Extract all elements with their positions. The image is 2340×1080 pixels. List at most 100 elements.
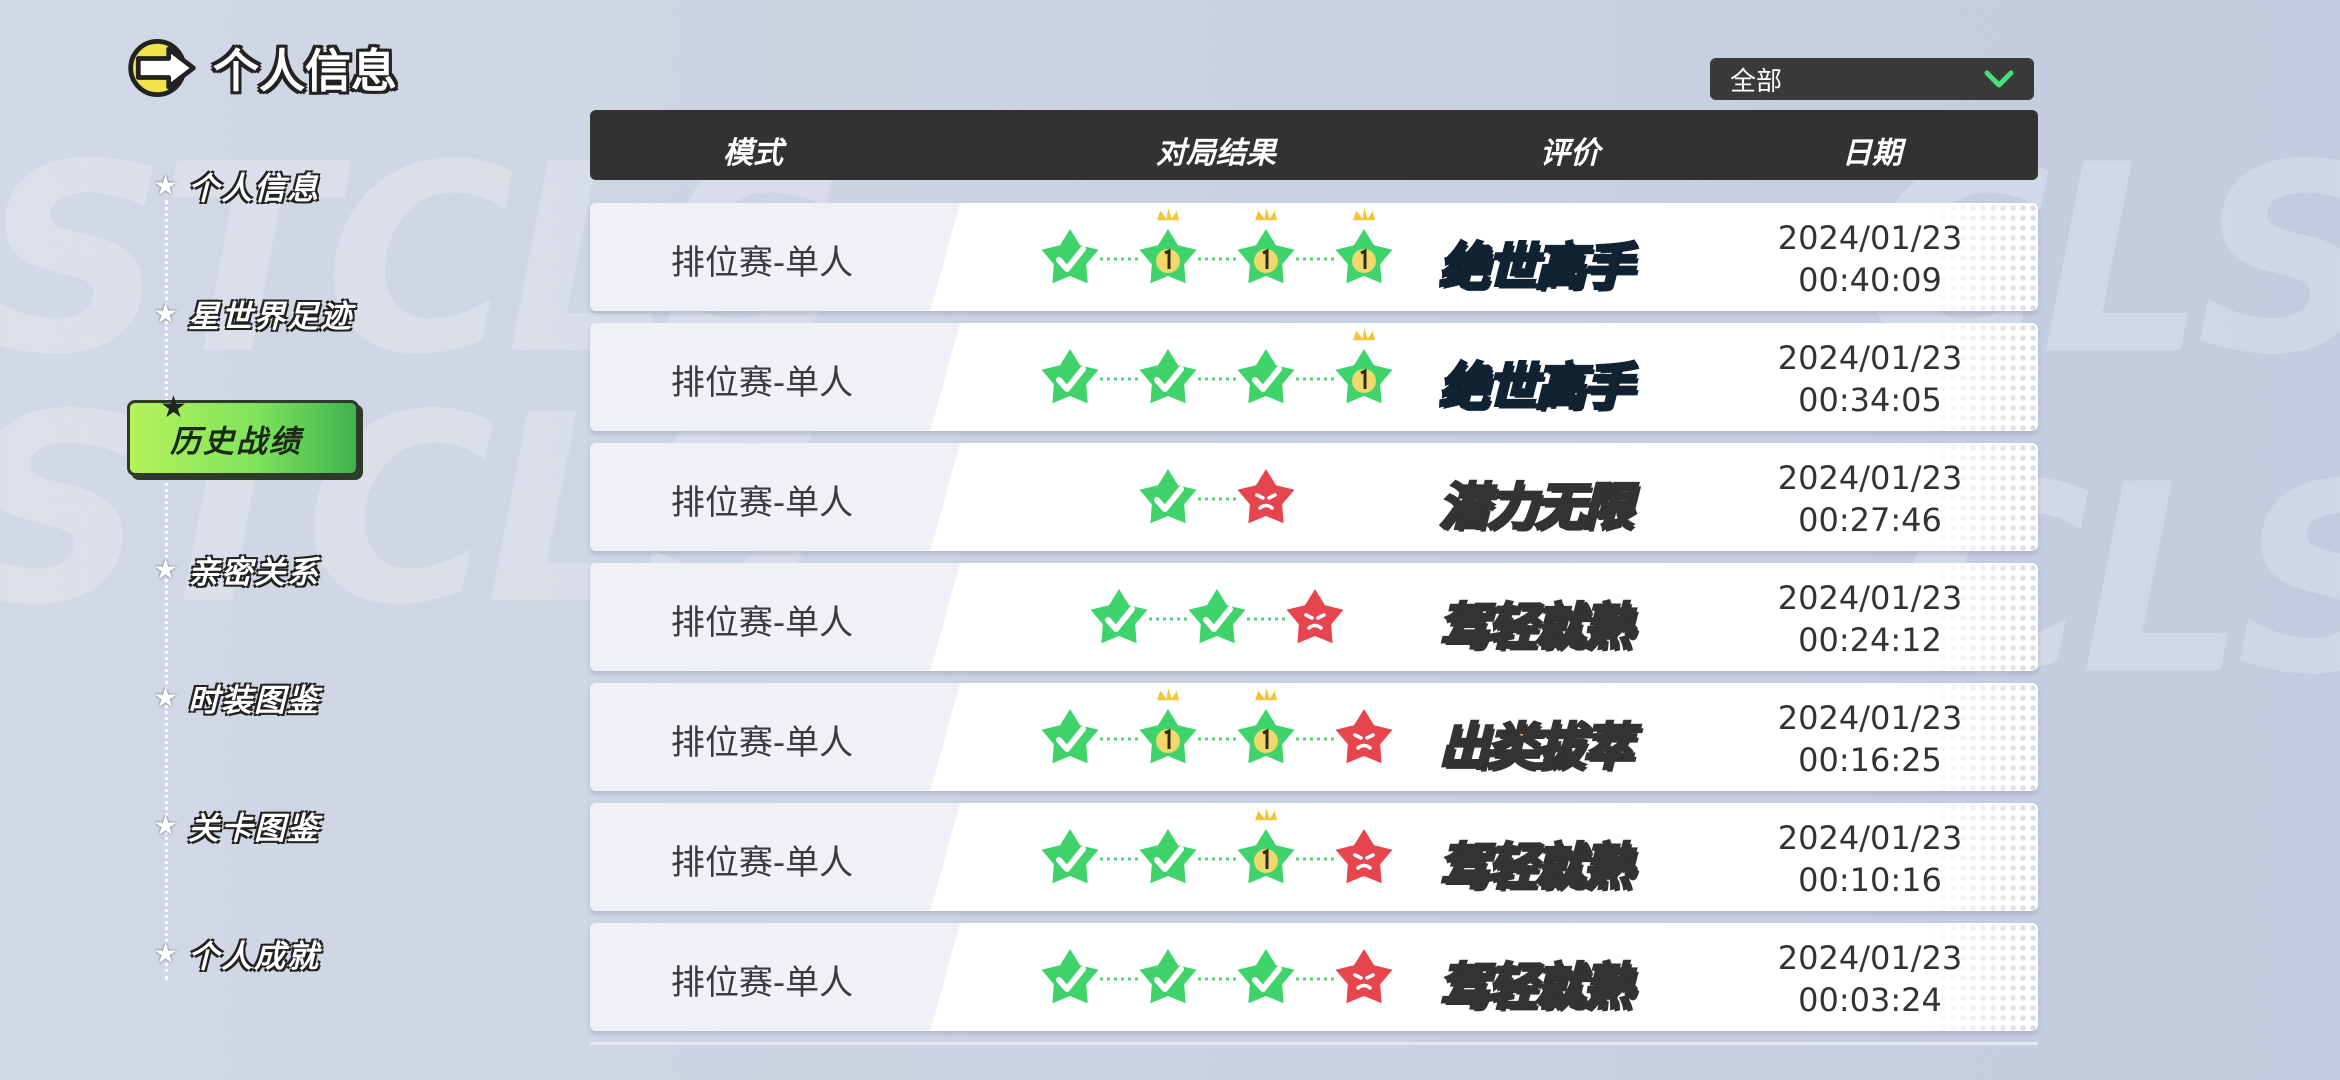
rating-badge: 驾轻就熟 [1438, 957, 1635, 1018]
column-header-rating: 评价 [1540, 136, 1600, 171]
table-row[interactable]: 排位赛-单人 驾轻就熟 2024/01/23 00:10:16 [590, 803, 2038, 911]
sidebar-item-label: 历史战绩 [170, 423, 302, 460]
qualified-star-icon [1082, 581, 1156, 651]
sidebar-item-achievements[interactable]: ★ 个人成就 [153, 931, 320, 976]
match-date: 2024/01/23 [1777, 339, 1963, 377]
star-icon: ★ [153, 168, 179, 202]
filter-selected-value: 全部 [1730, 66, 1783, 97]
rating-badge: 潜力无限 [1438, 477, 1635, 538]
table-row[interactable]: 排位赛-单人 驾轻就熟 2024/01/23 00:03:24 [590, 923, 2038, 1031]
rating-badge: 绝世高手 [1438, 237, 1635, 298]
divider [590, 1042, 2038, 1045]
qualified-star-icon [1033, 941, 1107, 1011]
qualified-star-icon [1033, 701, 1107, 771]
crown-icon [1154, 204, 1181, 222]
date-cell: 2024/01/23 00:24:12 [1750, 577, 1990, 661]
chevron-down-icon [1984, 70, 2014, 88]
sidebar-item-profile[interactable]: ★ 个人信息 [153, 163, 320, 208]
match-date: 2024/01/23 [1777, 699, 1963, 737]
match-time: 00:34:05 [1798, 381, 1942, 419]
match-date: 2024/01/23 [1777, 939, 1963, 977]
table-row[interactable]: 排位赛-单人 绝世高手 2024/01/23 00:34:05 [590, 323, 2038, 431]
eliminated-star-icon [1327, 701, 1401, 771]
match-date: 2024/01/23 [1777, 819, 1963, 857]
star-icon: ★ [160, 390, 187, 425]
date-cell: 2024/01/23 00:03:24 [1750, 937, 1990, 1021]
sidebar-item-fashion[interactable]: ★ 时装图鉴 [153, 675, 320, 720]
date-cell: 2024/01/23 00:16:25 [1750, 697, 1990, 781]
star-icon: ★ [153, 808, 179, 842]
column-header-mode: 模式 [723, 136, 783, 171]
table-row[interactable]: 排位赛-单人 出类拔萃 2024/01/23 00:16:25 [590, 683, 2038, 791]
sidebar-item-relations[interactable]: ★ 亲密关系 [153, 547, 320, 592]
filter-dropdown[interactable]: 全部 [1710, 58, 2034, 100]
column-header-date: 日期 [1842, 136, 1902, 171]
qualified-star-icon [1229, 941, 1303, 1011]
rating-badge: 驾轻就熟 [1438, 597, 1635, 658]
match-time: 00:10:16 [1798, 861, 1942, 899]
sidebar-item-label: 关卡图鉴 [188, 811, 321, 847]
match-time: 00:27:46 [1798, 501, 1942, 539]
column-header-result: 对局结果 [1156, 136, 1276, 171]
match-date: 2024/01/23 [1777, 459, 1963, 497]
match-date: 2024/01/23 [1777, 579, 1963, 617]
date-cell: 2024/01/23 00:34:05 [1750, 337, 1990, 421]
sidebar-item-label: 个人信息 [188, 171, 321, 207]
sidebar: ★ 个人信息 ★ 星世界足迹 ★ 历史战绩 ★ 亲密关系 ★ 时装图鉴 ★ 关卡… [125, 150, 425, 980]
rating-badge: 驾轻就熟 [1438, 837, 1635, 898]
sidebar-item-star-world[interactable]: ★ 星世界足迹 [153, 291, 353, 336]
sidebar-item-label: 亲密关系 [188, 555, 321, 591]
sidebar-item-label: 时装图鉴 [188, 683, 321, 719]
star-icon: ★ [153, 936, 179, 970]
eliminated-star-icon [1327, 941, 1401, 1011]
page-title: 个人信息 [213, 44, 397, 98]
rating-badge: 绝世高手 [1438, 357, 1635, 418]
qualified-star-icon [1180, 581, 1254, 651]
star-icon: ★ [153, 680, 179, 714]
first-place-star-icon [1327, 324, 1401, 411]
eliminated-star-icon [1229, 461, 1303, 531]
match-time: 00:24:12 [1798, 621, 1942, 659]
date-cell: 2024/01/23 00:27:46 [1750, 457, 1990, 541]
date-cell: 2024/01/23 00:10:16 [1750, 817, 1990, 901]
qualified-star-icon [1033, 341, 1107, 411]
first-place-star-icon [1229, 804, 1303, 891]
qualified-star-icon [1033, 821, 1107, 891]
crown-icon [1154, 684, 1181, 702]
first-place-star-icon [1229, 684, 1303, 771]
qualified-star-icon [1131, 341, 1205, 411]
crown-icon [1252, 684, 1279, 702]
table-row[interactable]: 排位赛-单人 驾轻就熟 2024/01/23 00:24:12 [590, 563, 2038, 671]
table-row[interactable]: 排位赛-单人 绝世高手 2024/01/23 00:40:09 [590, 203, 2038, 311]
crown-icon [1350, 324, 1377, 342]
match-time: 00:03:24 [1798, 981, 1942, 1019]
qualified-star-icon [1131, 821, 1205, 891]
crown-icon [1252, 804, 1279, 822]
table-header: 模式 对局结果 评价 日期 [590, 110, 2038, 180]
date-cell: 2024/01/23 00:40:09 [1750, 217, 1990, 301]
page-header: 个人信息 [125, 30, 397, 106]
match-date: 2024/01/23 [1777, 219, 1963, 257]
first-place-star-icon [1131, 684, 1205, 771]
star-icon: ★ [153, 552, 179, 586]
sidebar-item-label: 星世界足迹 [188, 299, 354, 335]
match-time: 00:16:25 [1798, 741, 1942, 779]
sidebar-item-label: 个人成就 [188, 939, 321, 975]
first-place-star-icon [1327, 204, 1401, 291]
sidebar-item-history[interactable]: ★ 历史战绩 [127, 393, 359, 476]
eliminated-star-icon [1327, 821, 1401, 891]
arrow-logo-icon [128, 39, 196, 97]
sidebar-item-levels[interactable]: ★ 关卡图鉴 [153, 803, 320, 848]
qualified-star-icon [1131, 461, 1205, 531]
table-row[interactable]: 排位赛-单人 潜力无限 2024/01/23 00:27:46 [590, 443, 2038, 551]
first-place-star-icon [1131, 204, 1205, 291]
rating-badge: 出类拔萃 [1438, 717, 1635, 778]
qualified-star-icon [1131, 941, 1205, 1011]
star-icon: ★ [153, 296, 179, 330]
qualified-star-icon [1229, 341, 1303, 411]
qualified-star-icon [1033, 221, 1107, 291]
match-time: 00:40:09 [1798, 261, 1942, 299]
crown-icon [1252, 204, 1279, 222]
first-place-star-icon [1229, 204, 1303, 291]
crown-icon [1350, 204, 1377, 222]
